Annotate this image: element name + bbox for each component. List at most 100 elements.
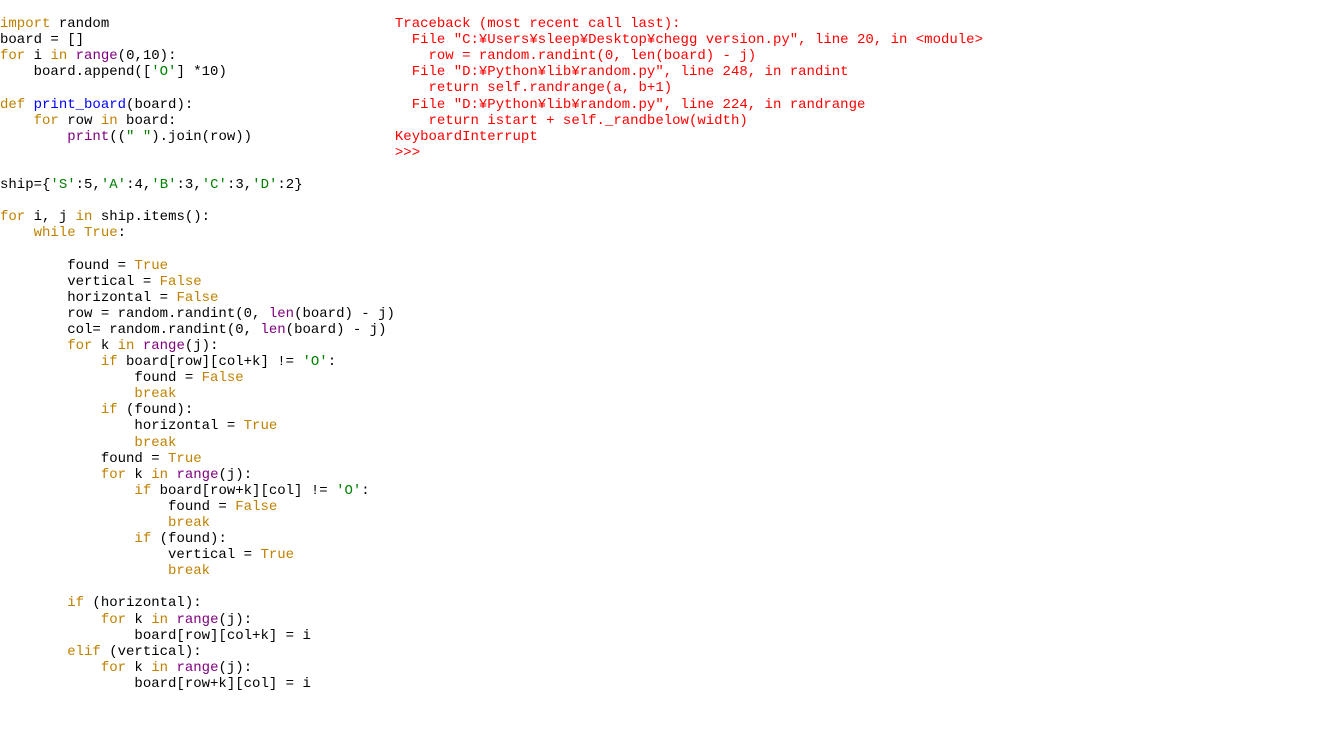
- keyword-false: False: [235, 499, 277, 515]
- keyword-if: if: [0, 402, 118, 418]
- code-text: found =: [0, 258, 134, 274]
- code-text: horizontal =: [0, 418, 244, 434]
- code-text: board[row+k][col] !=: [151, 483, 336, 499]
- code-text: board.append([: [0, 64, 151, 80]
- code-text: i, j: [25, 209, 75, 225]
- shell-output-pane[interactable]: Traceback (most recent call last): File …: [395, 0, 1339, 743]
- builtin-print: print: [0, 129, 109, 145]
- code-text: (j):: [218, 612, 252, 628]
- keyword-false: False: [202, 370, 244, 386]
- code-text: :4,: [126, 177, 151, 193]
- keyword-in: in: [50, 48, 67, 64]
- keyword-break: break: [0, 435, 176, 451]
- code-text: board:: [118, 113, 177, 129]
- keyword-break: break: [0, 563, 210, 579]
- code-text: :3,: [227, 177, 252, 193]
- keyword-in: in: [76, 209, 93, 225]
- code-text: random: [50, 16, 109, 32]
- code-text: row = random.randint(0,: [0, 306, 269, 322]
- keyword-in: in: [151, 660, 168, 676]
- keyword-true: True: [260, 547, 294, 563]
- code-text: board = []: [0, 32, 84, 48]
- code-text: k: [126, 660, 151, 676]
- string-literal: 'O': [302, 354, 327, 370]
- code-text: vertical =: [0, 547, 260, 563]
- keyword-in: in: [151, 612, 168, 628]
- keyword-for: for: [0, 113, 59, 129]
- string-literal: 'O': [336, 483, 361, 499]
- code-text: i: [25, 48, 50, 64]
- keyword-in: in: [101, 113, 118, 129]
- keyword-true: True: [134, 258, 168, 274]
- code-text: :3,: [177, 177, 202, 193]
- string-literal: 'S': [50, 177, 75, 193]
- keyword-if: if: [0, 483, 151, 499]
- string-literal: 'A': [101, 177, 126, 193]
- builtin-len: len: [260, 322, 285, 338]
- keyword-in: in: [151, 467, 168, 483]
- function-name: print_board: [25, 97, 126, 113]
- code-text: col= random.randint(0,: [0, 322, 260, 338]
- string-literal: " ": [126, 129, 151, 145]
- keyword-import: import: [0, 16, 50, 32]
- code-text: (horizontal):: [84, 595, 202, 611]
- builtin-range: range: [168, 660, 218, 676]
- traceback-line: File "D:¥Python¥lib¥random.py", line 248…: [395, 64, 849, 80]
- code-text: board[row+k][col] = i: [0, 676, 311, 692]
- code-text: found =: [0, 499, 235, 515]
- keyword-if: if: [0, 595, 84, 611]
- code-text: (board) - j): [286, 322, 387, 338]
- code-text: (j):: [185, 338, 219, 354]
- code-text: :: [118, 225, 126, 241]
- keyword-true: True: [244, 418, 278, 434]
- keyword-false: False: [176, 290, 218, 306]
- traceback-line: row = random.randint(0, len(board) - j): [395, 48, 756, 64]
- string-literal: 'B': [151, 177, 176, 193]
- builtin-range: range: [168, 612, 218, 628]
- keyword-in: in: [118, 338, 135, 354]
- code-text: ship={: [0, 177, 50, 193]
- keyword-for: for: [0, 48, 25, 64]
- code-text: ] *10): [176, 64, 226, 80]
- builtin-range: range: [67, 48, 117, 64]
- code-text: ).join(row)): [151, 129, 252, 145]
- builtin-range: range: [134, 338, 184, 354]
- code-text: k: [126, 612, 151, 628]
- code-text: ship.items():: [92, 209, 210, 225]
- code-text: k: [126, 467, 151, 483]
- keyword-for: for: [0, 467, 126, 483]
- code-editor-pane[interactable]: import random board = [] for i in range(…: [0, 0, 395, 743]
- code-text: ((: [109, 129, 126, 145]
- traceback-line: File "C:¥Users¥sleep¥Desktop¥chegg versi…: [395, 32, 983, 48]
- code-text: :2}: [277, 177, 302, 193]
- keyword-while: while: [0, 225, 76, 241]
- code-text: found =: [0, 370, 202, 386]
- keyword-for: for: [0, 209, 25, 225]
- keyword-for: for: [0, 338, 92, 354]
- traceback-line: Traceback (most recent call last):: [395, 16, 681, 32]
- code-text: (vertical):: [101, 644, 202, 660]
- keyword-false: False: [160, 274, 202, 290]
- code-text: board[row][col+k] = i: [0, 628, 311, 644]
- traceback-line: return self.randrange(a, b+1): [395, 80, 672, 96]
- shell-prompt[interactable]: >>>: [395, 145, 429, 161]
- string-literal: 'O': [151, 64, 176, 80]
- code-text: vertical =: [0, 274, 160, 290]
- traceback-line: KeyboardInterrupt: [395, 129, 538, 145]
- code-text: (j):: [218, 467, 252, 483]
- keyword-for: for: [0, 660, 126, 676]
- string-literal: 'D': [252, 177, 277, 193]
- code-text: row: [59, 113, 101, 129]
- builtin-len: len: [269, 306, 294, 322]
- keyword-break: break: [0, 515, 210, 531]
- code-text: (found):: [118, 402, 194, 418]
- keyword-if: if: [0, 354, 118, 370]
- code-text: horizontal =: [0, 290, 176, 306]
- keyword-elif: elif: [0, 644, 101, 660]
- code-text: (found):: [151, 531, 227, 547]
- code-text: :5,: [76, 177, 101, 193]
- string-literal: 'C': [202, 177, 227, 193]
- code-text: :: [361, 483, 369, 499]
- code-text: board[row][col+k] !=: [118, 354, 303, 370]
- code-text: (board) - j): [294, 306, 395, 322]
